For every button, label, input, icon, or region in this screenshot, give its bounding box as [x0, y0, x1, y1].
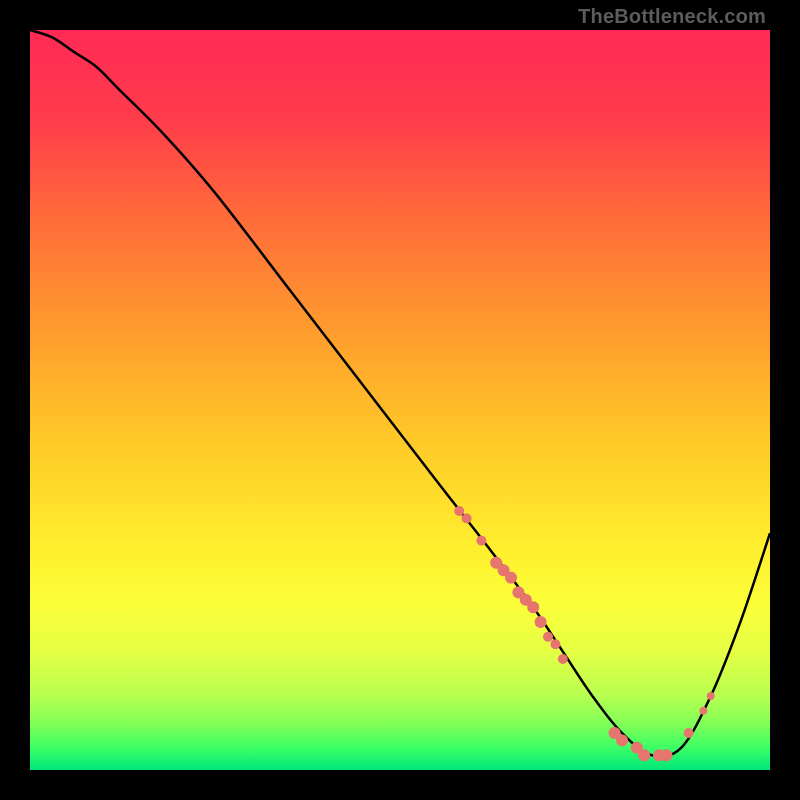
data-marker	[543, 632, 553, 642]
data-marker	[527, 601, 539, 613]
data-marker	[505, 572, 517, 584]
data-marker	[550, 639, 560, 649]
data-marker	[660, 749, 672, 761]
data-marker	[684, 728, 694, 738]
data-marker	[462, 513, 472, 523]
watermark-text: TheBottleneck.com	[578, 6, 766, 29]
data-marker	[707, 692, 715, 700]
chart-frame	[30, 30, 770, 770]
data-marker	[699, 707, 707, 715]
data-marker	[476, 536, 486, 546]
data-marker	[558, 654, 568, 664]
data-marker	[616, 734, 628, 746]
bottleneck-curve	[30, 30, 770, 770]
data-marker	[535, 616, 547, 628]
data-marker	[638, 749, 650, 761]
data-marker	[454, 506, 464, 516]
